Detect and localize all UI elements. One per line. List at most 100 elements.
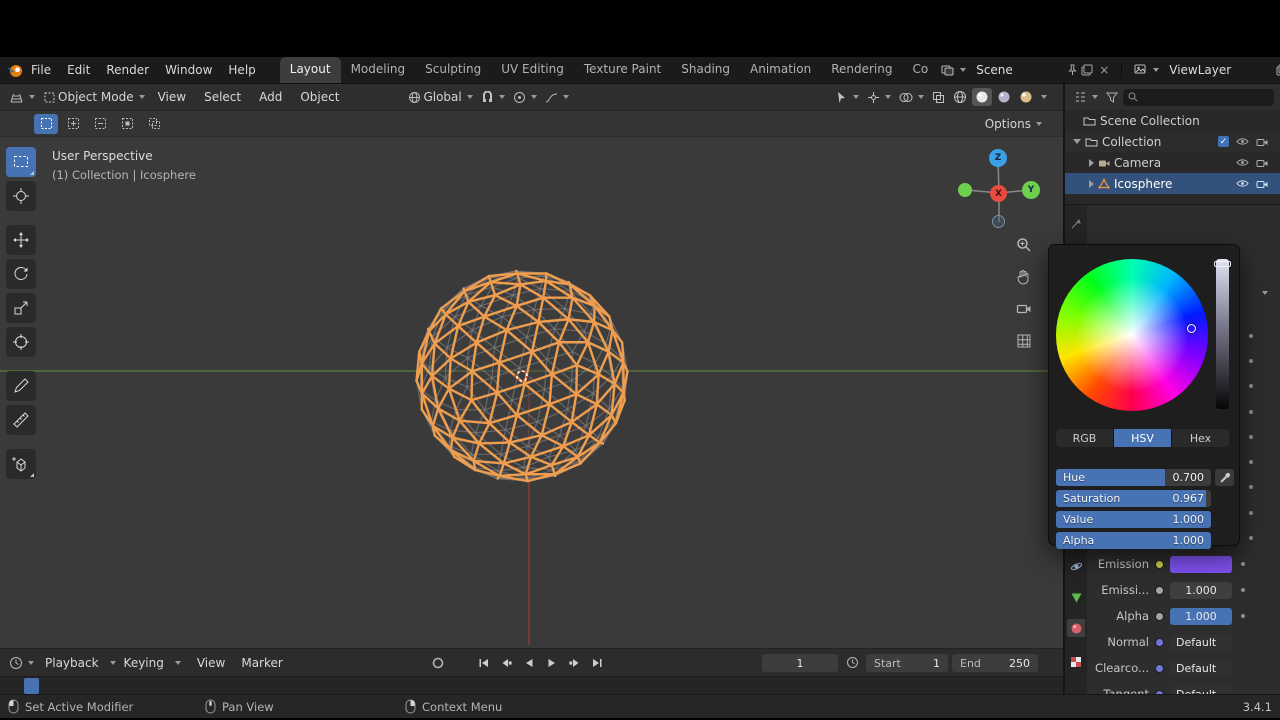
animate-dot[interactable] (1241, 614, 1245, 618)
outliner-row-scene-collection[interactable]: Scene Collection (1065, 110, 1280, 131)
eyedropper-icon[interactable] (1215, 469, 1234, 486)
alpha-slider-popup[interactable]: Alpha 1.000 (1056, 532, 1211, 549)
snap-toggle[interactable] (478, 89, 508, 106)
tab-rgb[interactable]: RGB (1056, 429, 1113, 447)
alpha-slider[interactable]: 1.000 (1170, 607, 1232, 625)
animate-dot[interactable] (1249, 384, 1253, 388)
camera-view-icon[interactable] (1012, 297, 1036, 321)
outliner-editor-type-button[interactable] (1071, 89, 1101, 105)
outliner-row-icosphere[interactable]: Icosphere (1065, 173, 1280, 194)
unlink-scene-icon[interactable]: × (1096, 63, 1112, 77)
value-slider-bar[interactable] (1214, 259, 1231, 409)
emission-strength-field[interactable]: 1.000 (1170, 581, 1232, 599)
playhead[interactable] (24, 678, 39, 694)
auto-keying-toggle[interactable] (428, 655, 447, 671)
frame-start-field[interactable]: Start 1 (866, 654, 948, 672)
tab-hex[interactable]: Hex (1172, 429, 1229, 447)
rotate-tool[interactable] (6, 259, 36, 289)
menu-help[interactable]: Help (220, 60, 263, 80)
overlays-toggle[interactable] (896, 89, 927, 106)
select-mode-new-button[interactable] (34, 113, 58, 134)
measure-tool[interactable] (6, 405, 36, 435)
animate-dot[interactable] (1249, 511, 1253, 515)
workspace-tab-modeling[interactable]: Modeling (341, 57, 416, 83)
pin-icon[interactable] (1067, 64, 1078, 76)
outliner-row-camera[interactable]: Camera (1065, 152, 1280, 173)
workspace-tab-sculpting[interactable]: Sculpting (415, 57, 491, 83)
mode-dropdown[interactable]: Object Mode (40, 88, 148, 106)
render-visibility-icon[interactable] (1256, 158, 1268, 168)
current-frame-field[interactable]: 1 (762, 654, 838, 672)
workspace-tab-compositing[interactable]: Co (902, 57, 938, 83)
tab-physics[interactable] (1067, 557, 1085, 575)
annotate-tool[interactable] (6, 371, 36, 401)
expand-icon[interactable] (1089, 158, 1094, 167)
shading-rendered-button[interactable] (1016, 88, 1036, 106)
menu-file[interactable]: File (23, 60, 59, 80)
menu-tl-view[interactable]: View (189, 653, 233, 673)
value-slider[interactable]: Value 1.000 (1056, 511, 1211, 528)
color-wheel[interactable] (1056, 259, 1208, 411)
shading-wireframe-button[interactable] (950, 88, 970, 106)
options-dropdown[interactable]: Options (982, 115, 1045, 133)
pan-hand-icon[interactable] (1012, 265, 1036, 289)
viewlayer-dropdown[interactable] (1131, 62, 1162, 78)
viewlayer-name[interactable]: ViewLayer (1165, 63, 1273, 77)
animate-dot[interactable] (1249, 334, 1253, 338)
animate-dot[interactable] (1241, 588, 1245, 592)
gizmo-y-negative-axis[interactable] (958, 183, 972, 197)
select-mode-extend-button[interactable] (61, 114, 85, 134)
hide-eye-icon[interactable] (1236, 179, 1249, 188)
transform-tool[interactable] (6, 327, 36, 357)
expand-icon[interactable] (1073, 139, 1081, 144)
outliner-search-input[interactable] (1123, 88, 1274, 106)
workspace-tab-uv-editing[interactable]: UV Editing (491, 57, 574, 83)
tab-material[interactable] (1067, 619, 1085, 637)
animate-dot[interactable] (1241, 562, 1245, 566)
gizmo-z-axis[interactable]: Z (989, 149, 1007, 167)
gizmos-toggle[interactable] (864, 89, 894, 106)
menu-playback[interactable]: Playback (37, 653, 107, 673)
animate-dot[interactable] (1249, 485, 1253, 489)
menu-window[interactable]: Window (157, 60, 220, 80)
select-mode-subtract-button[interactable] (88, 114, 112, 134)
transform-orientation-dropdown[interactable]: Global (405, 88, 475, 106)
animate-dot[interactable] (1249, 410, 1253, 414)
next-keyframe-button[interactable] (565, 655, 584, 671)
move-tool[interactable] (6, 225, 36, 255)
value-slider-knob[interactable] (1214, 261, 1231, 267)
timeline-scrubber[interactable] (0, 676, 1063, 694)
select-mode-invert-button[interactable] (115, 114, 139, 134)
frame-end-field[interactable]: End 250 (952, 654, 1038, 672)
cursor-tool[interactable] (6, 181, 36, 211)
menu-select[interactable]: Select (196, 87, 249, 107)
shading-dropdown[interactable] (1041, 95, 1047, 99)
use-preview-range-icon[interactable] (846, 656, 859, 669)
hide-eye-icon[interactable] (1236, 158, 1249, 167)
panel-collapse-chevron[interactable] (1262, 291, 1268, 295)
color-wheel-cursor[interactable] (1187, 324, 1196, 333)
menu-keying[interactable]: Keying (116, 653, 172, 673)
outliner-row-collection[interactable]: Collection ✓ (1065, 131, 1280, 152)
new-scene-icon[interactable] (1081, 64, 1093, 76)
emission-color-swatch[interactable] (1170, 555, 1232, 573)
jump-to-start-button[interactable] (473, 655, 492, 671)
gizmo-x-axis[interactable]: X (990, 185, 1007, 202)
clearcoat-normal-input-field[interactable]: Default (1170, 659, 1232, 677)
workspace-tab-animation[interactable]: Animation (740, 57, 821, 83)
timeline-editor-type-button[interactable] (6, 654, 37, 672)
animate-dot[interactable] (1249, 460, 1253, 464)
filter-icon[interactable] (1106, 92, 1118, 103)
menu-edit[interactable]: Edit (59, 60, 98, 80)
previous-keyframe-button[interactable] (496, 655, 515, 671)
zoom-icon[interactable] (1012, 233, 1036, 257)
expand-icon[interactable] (1089, 179, 1094, 188)
tab-object-data[interactable] (1067, 589, 1085, 607)
new-viewlayer-icon[interactable] (1276, 64, 1280, 76)
falloff-dropdown[interactable] (542, 89, 572, 106)
shading-solid-button[interactable] (972, 88, 992, 106)
workspace-tab-layout[interactable]: Layout (279, 57, 341, 83)
toggle-grid-icon[interactable] (1012, 329, 1036, 353)
tab-texture[interactable] (1067, 653, 1085, 671)
menu-render[interactable]: Render (98, 60, 157, 80)
